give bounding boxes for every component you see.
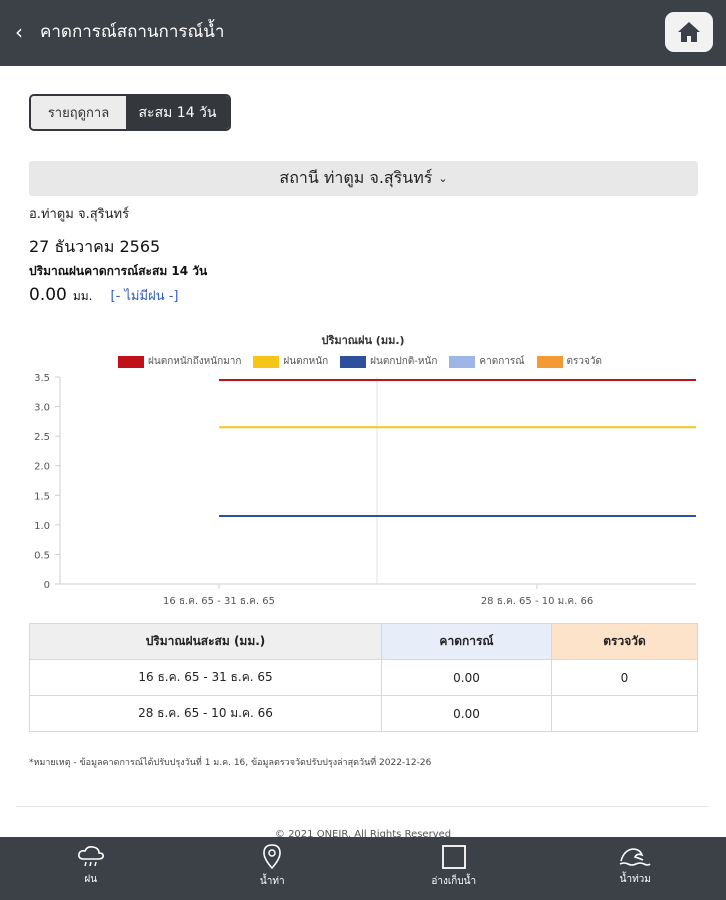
forecast-amount: 0.00 มม. [- ไม่มีฝน -] bbox=[29, 285, 178, 306]
rainfall-table: ปริมาณฝนสะสม (มม.) คาดการณ์ ตรวจวัด 16 ธ… bbox=[29, 623, 698, 732]
nav-rain-label: ฝน bbox=[84, 874, 98, 885]
y-tick-label: 1.0 bbox=[34, 521, 50, 532]
y-tick-label: 3.5 bbox=[34, 373, 50, 384]
table-cell-forecast: 0.00 bbox=[381, 695, 552, 732]
y-tick-label: 0 bbox=[44, 580, 50, 591]
x-tick-label: 28 ธ.ค. 65 - 10 ม.ค. 66 bbox=[481, 596, 593, 607]
table-header-row: ปริมาณฝนสะสม (มม.) คาดการณ์ ตรวจวัด bbox=[29, 623, 698, 660]
y-tick-label: 0.5 bbox=[34, 550, 50, 561]
nav-flood[interactable]: น้ำท่วม bbox=[545, 837, 726, 900]
page-title: คาดการณ์สถานการณ์น้ำ bbox=[40, 22, 225, 42]
nav-reservoir-label: อ่างเก็บน้ำ bbox=[431, 876, 477, 887]
x-tick-label: 16 ธ.ค. 65 - 31 ธ.ค. 65 bbox=[163, 596, 275, 607]
forecast-date: 27 ธันวาคม 2565 bbox=[29, 237, 161, 256]
y-tick-label: 2.5 bbox=[34, 432, 50, 443]
rain-cloud-icon bbox=[77, 846, 104, 867]
table-cell-forecast: 0.00 bbox=[381, 659, 552, 696]
y-tick-label: 3.0 bbox=[34, 403, 50, 414]
district-label: อ.ท่าตูม จ.สุรินทร์ bbox=[29, 207, 130, 222]
bottom-nav: ฝน น้ำท่า อ่างเก็บน้ำ น้ำท่วม bbox=[0, 837, 726, 900]
rainfall-chart: 0 0.5 1.0 1.5 2.0 2.5 3.0 3.5 16 ธ.ค. 65 - 31 ธ.… bbox=[34, 373, 696, 607]
station-select[interactable]: สถานี ท่าตูม จ.สุรินทร์ ⌄ bbox=[29, 161, 698, 196]
table-header-measured: ตรวจวัด bbox=[551, 623, 698, 660]
nav-runoff-label: น้ำท่า bbox=[259, 876, 285, 887]
table-cell-measured: 0 bbox=[551, 659, 698, 696]
divider bbox=[16, 806, 710, 807]
app-header: ‹ คาดการณ์สถานการณ์น้ำ bbox=[0, 0, 726, 66]
nav-reservoir[interactable]: อ่างเก็บน้ำ bbox=[363, 837, 545, 900]
mode-toggle: รายฤดูกาล สะสม 14 วัน bbox=[29, 94, 231, 131]
chevron-down-icon: ⌄ bbox=[438, 172, 448, 185]
home-button[interactable] bbox=[665, 12, 713, 52]
table-header-period: ปริมาณฝนสะสม (มม.) bbox=[29, 623, 382, 660]
nav-rain[interactable]: ฝน bbox=[0, 837, 182, 900]
nav-flood-label: น้ำท่วม bbox=[619, 874, 651, 885]
station-label: สถานี ท่าตูม จ.สุรินทร์ bbox=[279, 168, 433, 187]
forecast-value: 0.00 bbox=[29, 285, 67, 305]
table-cell-period: 28 ธ.ค. 65 - 10 ม.ค. 66 bbox=[29, 695, 382, 732]
table-cell-measured bbox=[551, 695, 698, 732]
mode-seasonal-button[interactable]: รายฤดูกาล bbox=[31, 96, 126, 129]
y-tick-label: 2.0 bbox=[34, 462, 50, 473]
forecast-heading: ปริมาณฝนคาดการณ์สะสม 14 วัน bbox=[29, 264, 208, 278]
table-row: 28 ธ.ค. 65 - 10 ม.ค. 66 0.00 bbox=[29, 695, 698, 732]
home-icon bbox=[678, 22, 700, 42]
table-cell-period: 16 ธ.ค. 65 - 31 ธ.ค. 65 bbox=[29, 659, 382, 696]
back-button[interactable]: ‹ bbox=[10, 18, 28, 46]
forecast-unit: มม. bbox=[72, 289, 93, 303]
nav-runoff[interactable]: น้ำท่า bbox=[182, 837, 364, 900]
y-tick-label: 1.5 bbox=[34, 491, 50, 502]
forecast-status: [- ไม่มีฝน -] bbox=[110, 289, 179, 304]
chart-title: ปริมาณฝน (มม.) bbox=[321, 334, 405, 347]
table-row: 16 ธ.ค. 65 - 31 ธ.ค. 65 0.00 0 bbox=[29, 659, 698, 696]
footnote: *หมายเหตุ - ข้อมูลคาดการณ์ได้ปรับปรุงวัน… bbox=[29, 758, 432, 768]
map-pin-icon bbox=[263, 844, 282, 870]
table-header-forecast: คาดการณ์ bbox=[381, 623, 552, 660]
reservoir-square-icon bbox=[441, 845, 466, 869]
mode-14day-button[interactable]: สะสม 14 วัน bbox=[126, 96, 229, 129]
flood-wave-icon bbox=[619, 848, 651, 866]
